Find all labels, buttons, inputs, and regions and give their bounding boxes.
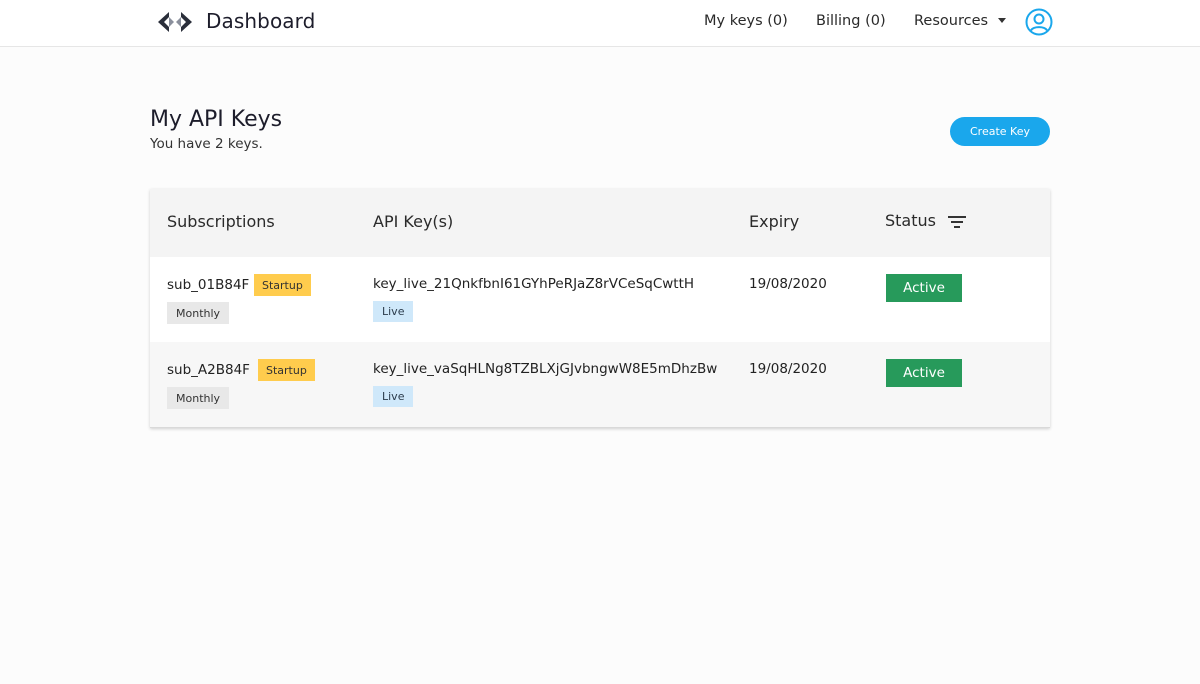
column-header-expiry: Expiry xyxy=(749,212,800,231)
expiry-date: 19/08/2020 xyxy=(749,361,827,377)
subscription-id: sub_A2B84F xyxy=(167,362,250,378)
column-header-subscriptions: Subscriptions xyxy=(167,212,275,231)
key-type-badge: Live xyxy=(373,301,414,322)
chevron-down-icon xyxy=(998,17,1007,23)
billing-period-badge: Monthly xyxy=(167,302,230,324)
status-badge: Active xyxy=(886,359,962,387)
status-badge: Active xyxy=(886,274,962,302)
brand-logo-icon[interactable] xyxy=(157,10,193,34)
api-keys-table: Subscriptions API Key(s) Expiry Status s… xyxy=(150,189,1050,428)
table-header: Subscriptions API Key(s) Expiry Status xyxy=(150,189,1050,257)
plan-badge: Startup xyxy=(258,359,315,381)
nav-billing[interactable]: Billing (0) xyxy=(816,13,886,29)
filter-icon[interactable] xyxy=(948,215,966,229)
plan-badge: Startup xyxy=(254,274,311,296)
column-header-api-keys: API Key(s) xyxy=(373,212,454,231)
user-avatar-icon[interactable] xyxy=(1025,8,1053,36)
column-header-status: Status xyxy=(885,211,936,230)
create-key-button[interactable]: Create Key xyxy=(950,117,1050,146)
top-navigation-bar: Dashboard My keys (0) Billing (0) Resour… xyxy=(0,0,1200,47)
nav-my-keys[interactable]: My keys (0) xyxy=(704,13,788,29)
table-row[interactable]: sub_01B84F Startup Monthly key_live_21Qn… xyxy=(150,257,1050,342)
expiry-date: 19/08/2020 xyxy=(749,276,827,292)
key-count-text: You have 2 keys. xyxy=(150,136,263,152)
api-key-value[interactable]: key_live_vaSqHLNg8TZBLXjGJvbngwW8E5mDhzB… xyxy=(373,361,717,377)
nav-resources[interactable]: Resources xyxy=(914,13,1007,29)
billing-period-badge: Monthly xyxy=(167,387,230,409)
api-key-value[interactable]: key_live_21QnkfbnI61GYhPeRJaZ8rVCeSqCwtt… xyxy=(373,276,694,292)
brand-name[interactable]: Dashboard xyxy=(206,9,315,33)
key-type-badge: Live xyxy=(373,386,414,407)
page-title: My API Keys xyxy=(150,107,283,132)
table-row[interactable]: sub_A2B84F Startup Monthly key_live_vaSq… xyxy=(150,342,1050,428)
nav-resources-label: Resources xyxy=(914,13,989,29)
subscription-id: sub_01B84F xyxy=(167,277,250,293)
